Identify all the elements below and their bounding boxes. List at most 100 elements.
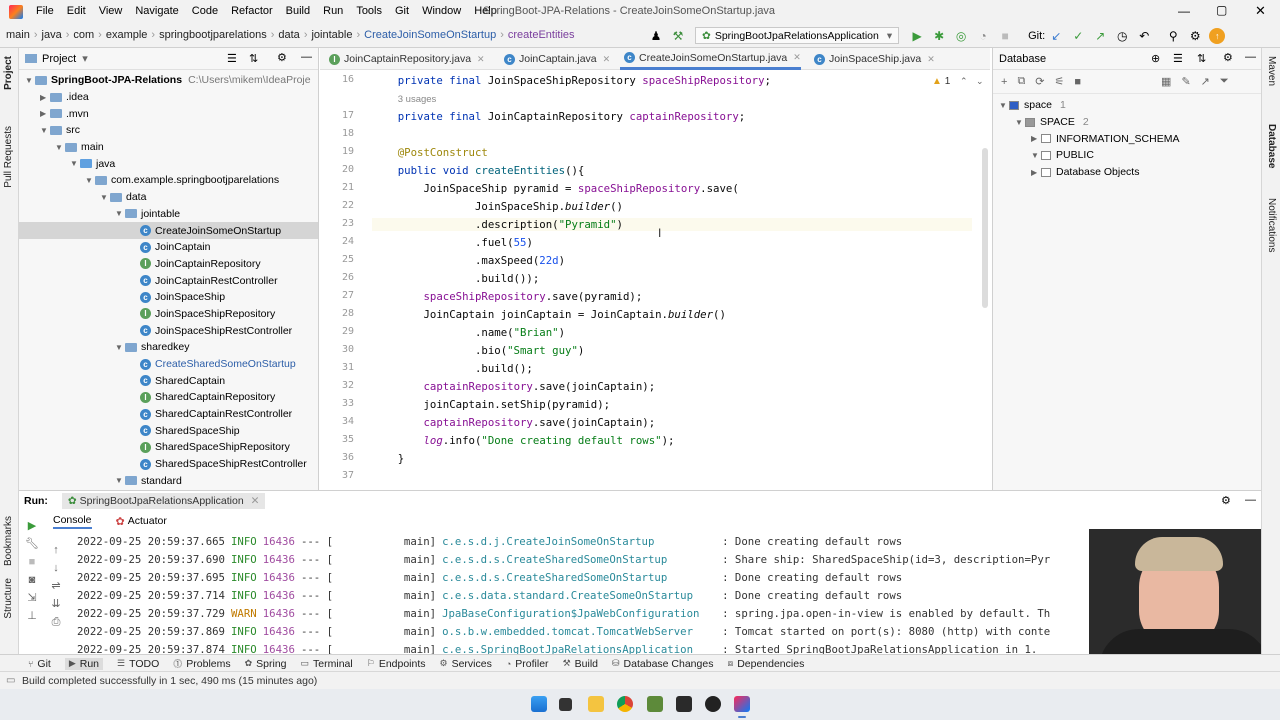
chevron-down-icon[interactable]: ▼ — [1015, 118, 1025, 127]
coverage-icon[interactable]: ◎ — [953, 28, 969, 44]
tool-tab-build[interactable]: ⚒ Build — [563, 658, 598, 670]
debug-icon[interactable]: ✱ — [931, 28, 947, 44]
breadcrumb-item[interactable]: springbootjparelations — [159, 29, 267, 41]
expand-all-icon[interactable]: ☰ — [1173, 52, 1183, 65]
database-tool-tab[interactable]: Database — [1266, 124, 1277, 168]
next-highlight-icon[interactable]: ⌄ — [976, 76, 984, 87]
db-tree-item[interactable]: ▼ SPACE 2 — [993, 114, 1261, 131]
git-push-icon[interactable]: ↗ — [1092, 28, 1108, 44]
gear-icon[interactable]: ⚙ — [277, 51, 287, 64]
tree-item[interactable]: ▼ main — [19, 139, 318, 156]
menu-run[interactable]: Run — [323, 5, 343, 17]
maximize-button[interactable]: ▢ — [1216, 3, 1227, 17]
stop-icon[interactable]: ■ — [997, 28, 1013, 44]
chevron-right-icon[interactable]: ▶ — [40, 109, 50, 118]
menu-window[interactable]: Window — [422, 5, 461, 17]
hide-icon[interactable]: — — [1245, 494, 1256, 506]
code-line[interactable]: .build(); — [372, 362, 533, 375]
tool-tab-terminal[interactable]: ▭ Terminal — [301, 658, 353, 670]
db-tree-item[interactable]: ▼ PUBLIC — [993, 147, 1261, 164]
chevron-down-icon[interactable]: ▼ — [100, 193, 110, 202]
chevron-down-icon[interactable]: ▼ — [85, 176, 95, 185]
menu-build[interactable]: Build — [286, 5, 310, 17]
prev-highlight-icon[interactable]: ⌃ — [960, 76, 968, 87]
tree-item[interactable]: c SharedCaptain — [19, 372, 318, 389]
close-icon[interactable]: ✕ — [477, 54, 485, 65]
menu-view[interactable]: View — [99, 5, 123, 17]
menu-file[interactable]: File — [36, 5, 54, 17]
code-line[interactable]: .description("Pyramid") — [372, 218, 972, 231]
code-line[interactable]: joinCaptain.setShip(pyramid); — [372, 398, 610, 411]
breadcrumb-item[interactable]: CreateJoinSomeOnStartup — [364, 29, 496, 41]
restore-icon[interactable]: ⇲ — [23, 589, 41, 607]
menu-refactor[interactable]: Refactor — [231, 5, 273, 17]
structure-tool-tab[interactable]: Structure — [3, 578, 14, 619]
search-icon[interactable]: ⚲ — [1165, 28, 1181, 44]
collapse-all-icon[interactable]: ⇅ — [249, 52, 258, 65]
breadcrumb-item[interactable]: example — [106, 29, 148, 41]
tree-item[interactable]: c CreateSharedSomeOnStartup — [19, 356, 318, 373]
tree-item[interactable]: ▼ java — [19, 155, 318, 172]
chevron-right-icon[interactable]: ▶ — [1031, 168, 1041, 177]
close-icon[interactable]: ✕ — [603, 54, 611, 65]
schema-icon[interactable]: ⚟ — [1055, 75, 1065, 88]
code-line[interactable]: .maxSpeed(22d) — [372, 254, 565, 267]
warning-icon[interactable]: ▲ 1 — [932, 76, 950, 87]
collapse-all-icon[interactable]: ⇅ — [1197, 52, 1206, 65]
tree-item[interactable]: c JoinSpaceShip — [19, 289, 318, 306]
breadcrumb-item[interactable]: main — [6, 29, 30, 41]
chevron-down-icon[interactable]: ▼ — [25, 76, 35, 85]
tree-item[interactable]: c SharedCaptainRestController — [19, 406, 318, 423]
code-line[interactable]: JoinSpaceShip pyramid = spaceShipReposit… — [372, 182, 738, 195]
history-icon[interactable]: ◷ — [1114, 28, 1130, 44]
stop-icon[interactable]: ■ — [1074, 76, 1081, 88]
update-icon[interactable]: ↑ — [1209, 27, 1226, 44]
tree-item[interactable]: ▼ sharedkey — [19, 339, 318, 356]
code-line[interactable]: .bio("Smart guy") — [372, 344, 584, 357]
tab-joinspaceship-java[interactable]: c JoinSpaceShip.java ✕ — [810, 48, 935, 70]
menu-code[interactable]: Code — [192, 5, 218, 17]
run-icon[interactable]: ▶ — [909, 28, 925, 44]
breadcrumb-item[interactable]: com — [73, 29, 94, 41]
tree-item[interactable]: ▼ jointable — [19, 206, 318, 223]
git-update-icon[interactable]: ↙ — [1048, 28, 1064, 44]
profile-icon[interactable]: ◔ — [975, 28, 991, 44]
menu-git[interactable]: Git — [395, 5, 409, 17]
code-line[interactable]: JoinSpaceShip.builder() — [372, 200, 623, 213]
tree-item[interactable]: ▼ data — [19, 189, 318, 206]
settings-icon[interactable]: ⚙ — [1187, 28, 1203, 44]
tab-createjoinsomeonstartup-java[interactable]: c CreateJoinSomeOnStartup.java ✕ — [620, 48, 801, 70]
tool-tab-git[interactable]: ⑂ Git — [28, 658, 51, 670]
edit-icon[interactable]: ✎ — [1181, 75, 1190, 88]
hide-icon[interactable]: — — [1245, 51, 1256, 63]
wrench-icon[interactable]: 🔧︎ — [23, 535, 41, 553]
refresh-icon[interactable]: ⟳ — [1035, 75, 1044, 88]
breadcrumb-item[interactable]: jointable — [311, 29, 352, 41]
hide-icon[interactable]: — — [301, 51, 312, 63]
tree-item[interactable]: ▼ com.example.springbootjparelations — [19, 172, 318, 189]
globe-icon[interactable]: ⊕ — [1151, 52, 1160, 65]
editor-scrollbar[interactable] — [982, 148, 988, 308]
code-line[interactable]: .name("Brian") — [372, 326, 565, 339]
tab-console[interactable]: Console — [53, 514, 92, 529]
breadcrumb-item[interactable]: java — [42, 29, 62, 41]
file-explorer-icon[interactable] — [559, 698, 572, 711]
code-line[interactable]: @PostConstruct — [372, 146, 488, 159]
tab-actuator[interactable]: Actuator — [128, 515, 167, 527]
code-line[interactable]: private final JoinSpaceShipRepository sp… — [372, 74, 771, 87]
up-arrow-icon[interactable]: ↑ — [49, 541, 63, 559]
project-title[interactable]: Project — [42, 53, 76, 65]
minimize-button[interactable]: — — [1178, 4, 1190, 18]
copy-icon[interactable]: ⧉ — [1017, 75, 1025, 88]
code-line[interactable]: log.info("Done creating default rows"); — [372, 434, 674, 447]
tree-item[interactable]: ▶ .mvn — [19, 105, 318, 122]
tool-tab-profiler[interactable]: ◔ Profiler — [506, 658, 549, 670]
chevron-down-icon[interactable]: ▼ — [115, 343, 125, 352]
close-icon[interactable]: ✕ — [793, 52, 801, 63]
scroll-end-icon[interactable]: ⇊ — [49, 595, 63, 613]
notifications-tool-tab[interactable]: Notifications — [1266, 198, 1277, 252]
build-hammer-icon[interactable]: ⚒ — [670, 28, 686, 44]
soft-wrap-icon[interactable]: ⇌ — [49, 577, 63, 595]
gear-icon[interactable]: ⚙ — [1223, 51, 1233, 64]
stop-icon[interactable]: ■ — [23, 553, 41, 571]
